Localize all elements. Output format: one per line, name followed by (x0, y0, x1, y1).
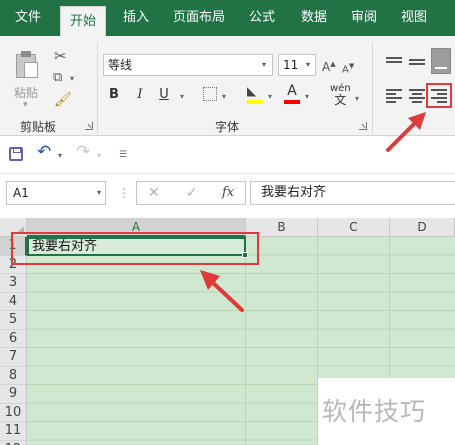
align-left-icon[interactable] (386, 88, 402, 103)
chevron-down-icon[interactable]: ▾ (222, 92, 226, 102)
row-header-4[interactable]: 4 (0, 292, 27, 311)
chevron-down-icon[interactable]: ▾ (305, 92, 309, 102)
chevron-down-icon[interactable]: ▾ (301, 55, 315, 75)
tab-file[interactable]: 文件 (8, 0, 48, 36)
column-header-c[interactable]: C (318, 218, 390, 237)
cell-annotation (11, 232, 259, 265)
name-box[interactable]: A1 ▾ (6, 181, 106, 205)
format-painter-icon[interactable]: 🖌 (54, 92, 72, 108)
tab-home[interactable]: 开始 (60, 6, 106, 36)
align-center-icon[interactable] (409, 88, 425, 103)
chevron-down-icon[interactable]: ▾ (97, 182, 101, 204)
redo-icon[interactable]: ↷ (76, 142, 90, 162)
chevron-down-icon[interactable]: ▾ (355, 94, 359, 104)
chevron-down-icon[interactable]: ▾ (268, 92, 272, 102)
chevron-down-icon[interactable]: ▾ (23, 100, 28, 110)
column-header-d[interactable]: D (390, 218, 455, 237)
font-group-label: 字体 (215, 120, 240, 134)
paste-label[interactable]: 粘贴 (14, 84, 38, 101)
undo-icon[interactable]: ↶ (37, 142, 51, 162)
row-header-9[interactable]: 9 (0, 385, 27, 404)
font-name-value: 等线 (108, 58, 133, 72)
group-divider (372, 42, 373, 134)
underline-button[interactable]: U (157, 86, 171, 104)
clipboard-group-label: 剪贴板 (20, 120, 57, 134)
tab-page-layout[interactable]: 页面布局 (166, 0, 232, 36)
row-header-11[interactable]: 11 (0, 422, 27, 441)
tab-formulas[interactable]: 公式 (242, 0, 282, 36)
tab-insert[interactable]: 插入 (116, 0, 156, 36)
cancel-icon[interactable]: ✕ (148, 181, 160, 205)
bold-button[interactable]: B (107, 86, 121, 104)
dialog-launcher-icon[interactable] (85, 122, 93, 130)
fill-color-icon[interactable]: ◣ (247, 84, 263, 104)
enter-icon[interactable]: ✓ (186, 181, 198, 205)
group-divider (97, 42, 98, 134)
font-size-value: 11 (283, 58, 299, 72)
customize-toolbar-icon[interactable]: ☰ (119, 150, 127, 160)
tab-data[interactable]: 数据 (294, 0, 334, 36)
ribbon-tab-bar: 文件 开始 插入 页面布局 公式 数据 审阅 视图 (0, 0, 455, 36)
chevron-down-icon[interactable]: ▾ (180, 92, 184, 102)
align-top-icon[interactable] (386, 55, 402, 69)
save-icon[interactable] (9, 147, 23, 161)
tab-view[interactable]: 视图 (394, 0, 434, 36)
font-name-select[interactable]: 等线 ▾ (103, 54, 273, 76)
row-header-3[interactable]: 3 (0, 274, 27, 293)
phonetic-char: 文 (334, 93, 347, 107)
font-size-select[interactable]: 11 ▾ (278, 54, 316, 76)
annotation-arrow-icon (386, 112, 426, 152)
name-box-value: A1 (13, 186, 29, 200)
chevron-down-icon[interactable]: ▾ (70, 74, 74, 84)
copy-icon[interactable]: ⧉ (53, 70, 62, 86)
paste-icon[interactable] (14, 50, 40, 80)
row-header-12[interactable]: 12 (0, 440, 27, 445)
annotation-arrow-icon (200, 270, 244, 312)
chevron-down-icon[interactable]: ▾ (97, 151, 101, 161)
align-bottom-icon[interactable] (431, 48, 451, 74)
italic-button[interactable]: I (133, 86, 147, 104)
font-color-letter: A (287, 83, 297, 99)
font-color-icon[interactable]: A (284, 84, 300, 104)
formula-bar-resize-handle[interactable]: ⋮ (118, 186, 130, 200)
row-header-7[interactable]: 7 (0, 348, 27, 367)
insert-function-button[interactable]: fx (222, 181, 234, 205)
cut-icon[interactable]: ✂ (54, 48, 67, 64)
formula-input[interactable]: 我要右对齐 (250, 181, 455, 205)
watermark-text: 软件技巧 (322, 397, 427, 426)
borders-icon[interactable] (203, 87, 217, 101)
align-right-annotation (426, 83, 452, 108)
row-header-5[interactable]: 5 (0, 311, 27, 330)
row-header-6[interactable]: 6 (0, 329, 27, 348)
align-middle-icon[interactable] (409, 55, 425, 69)
chevron-down-icon[interactable]: ▾ (256, 55, 272, 75)
decrease-font-icon[interactable]: A▼ (342, 58, 354, 78)
increase-font-icon[interactable]: A▲ (322, 56, 336, 75)
row-header-10[interactable]: 10 (0, 403, 27, 422)
phonetic-guide-icon[interactable]: wén 文 (330, 84, 351, 107)
row-header-8[interactable]: 8 (0, 366, 27, 385)
dialog-launcher-icon[interactable] (359, 122, 367, 130)
chevron-down-icon[interactable]: ▾ (58, 151, 62, 161)
tab-review[interactable]: 审阅 (344, 0, 384, 36)
